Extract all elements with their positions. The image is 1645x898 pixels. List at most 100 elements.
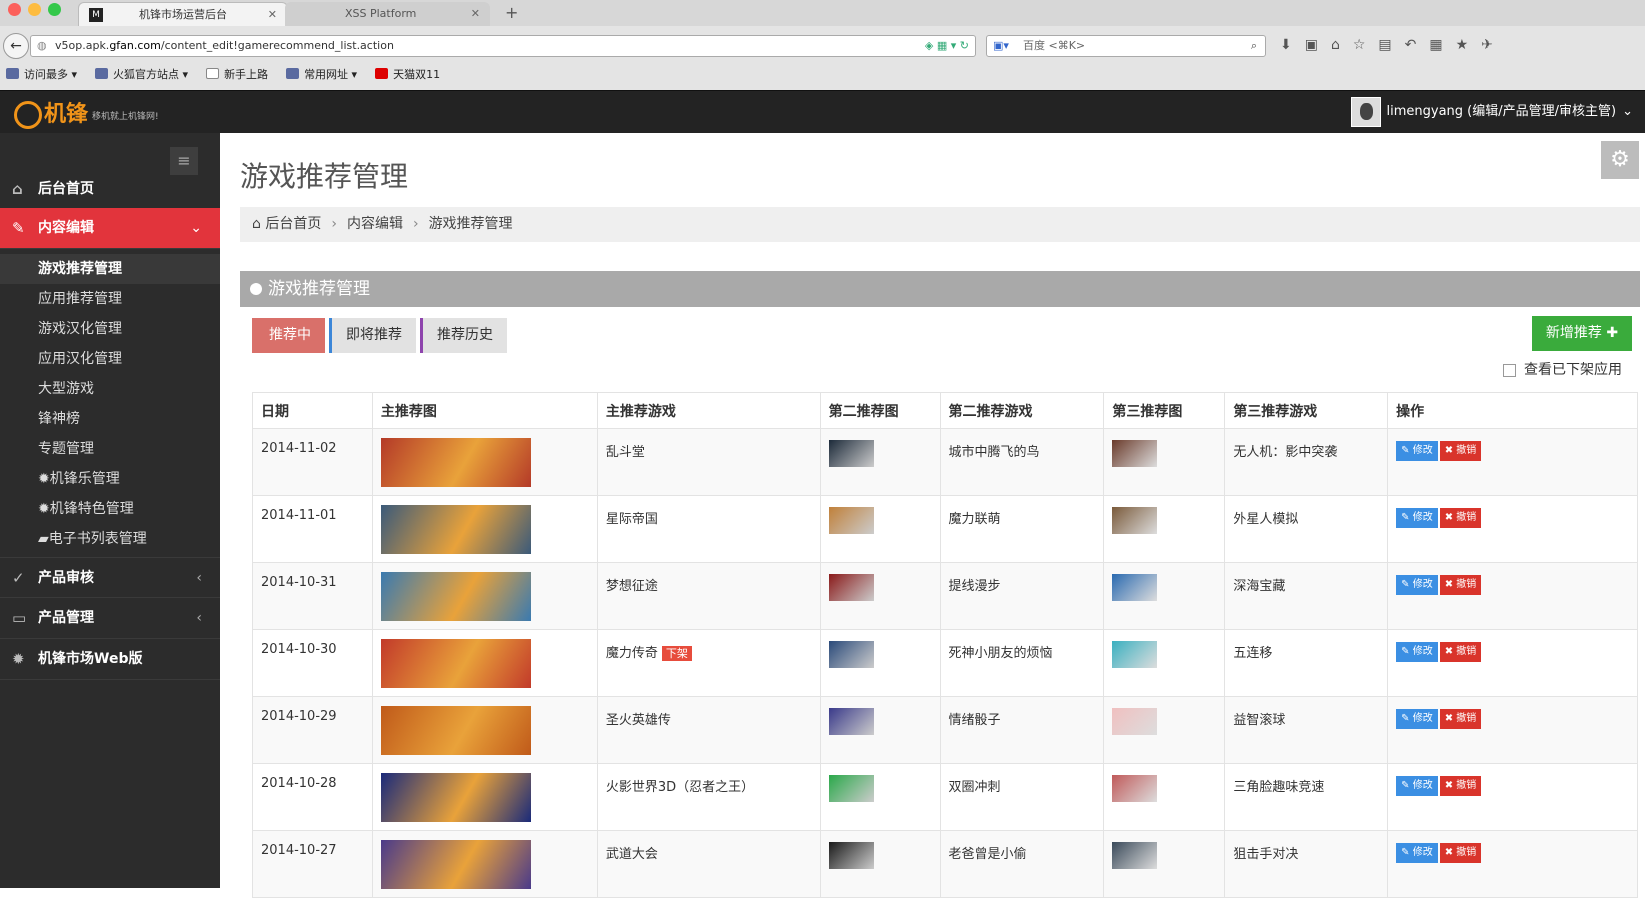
close-tab-icon[interactable]: ✕ — [471, 2, 480, 26]
main-banner-image[interactable] — [380, 572, 531, 621]
second-game-cell: 魔力联萌 — [939, 495, 1105, 563]
main-content: 游戏推荐管理 ⚙ ⌂ 后台首页 › 内容编辑 › 游戏推荐管理 游戏推荐管理 推荐中 即… — [220, 133, 1645, 898]
show-offline-checkbox[interactable] — [1503, 363, 1516, 377]
add-recommend-button[interactable]: 新增推荐 ✚ — [1532, 316, 1632, 351]
column-header: 第三推荐图 — [1103, 392, 1226, 429]
show-offline-toggle[interactable]: 查看已下架应用 — [1503, 361, 1622, 379]
edit-button[interactable]: ✎ 修改 — [1396, 709, 1438, 729]
second-thumbnail[interactable] — [828, 641, 874, 668]
revoke-button[interactable]: ✖ 撤销 — [1439, 575, 1482, 595]
edit-button[interactable]: ✎ 修改 — [1396, 776, 1438, 796]
main-banner-image[interactable] — [380, 639, 531, 688]
user-menu[interactable]: limengyang (编辑/产品管理/审核主管) ⌄ — [1350, 97, 1633, 127]
second-game-cell: 情绪骰子 — [939, 696, 1105, 764]
back-button[interactable]: ← — [3, 33, 29, 59]
globe-icon: ◍ — [37, 39, 47, 52]
avatar — [1350, 97, 1381, 127]
search-box[interactable]: ▣▾ 百度 <⌘K> ⌕ — [986, 35, 1266, 57]
browser-tab-xss[interactable]: XSS Platform ✕ — [285, 2, 490, 26]
third-thumbnail[interactable] — [1112, 775, 1158, 802]
main-banner-image[interactable] — [380, 505, 531, 554]
third-thumbnail[interactable] — [1112, 507, 1158, 534]
third-thumbnail[interactable] — [1112, 641, 1158, 668]
zoom-window-button[interactable] — [48, 3, 61, 16]
third-image-cell — [1103, 629, 1226, 697]
third-thumbnail[interactable] — [1112, 708, 1158, 735]
revoke-button[interactable]: ✖ 撤销 — [1439, 776, 1482, 796]
edit-button[interactable]: ✎ 修改 — [1396, 441, 1438, 461]
toolbar-icons[interactable]: ⬇▣⌂☆▤↶▦★✈ — [1280, 37, 1506, 53]
second-thumbnail[interactable] — [828, 440, 874, 467]
second-thumbnail[interactable] — [828, 842, 874, 869]
browser-tab-active[interactable]: M 机锋市场运营后台 ✕ — [78, 2, 288, 26]
gear-icon[interactable]: ⚙ — [1601, 141, 1639, 179]
shield-icon[interactable]: ◈ ▦ ▾ ↻ — [925, 36, 969, 56]
search-icon[interactable]: ⌕ — [1251, 36, 1257, 56]
sidebar-sub-game-localization[interactable]: 游戏汉化管理 — [0, 314, 220, 344]
breadcrumb-home[interactable]: 后台首页 — [265, 216, 321, 232]
edit-button[interactable]: ✎ 修改 — [1396, 508, 1438, 528]
bookmark-item[interactable]: 火狐官方站点 ▾ — [95, 66, 188, 82]
breadcrumb-content-edit[interactable]: 内容编辑 — [347, 216, 403, 232]
bookmark-item[interactable]: 常用网址 ▾ — [286, 66, 357, 82]
bookmark-item[interactable]: 访问最多 ▾ — [6, 66, 77, 82]
main-game-cell: 武道大会 — [596, 830, 821, 898]
main-game-name: 火影世界3D（忍者之王） — [605, 780, 755, 795]
sidebar-sub-game-recommend[interactable]: 游戏推荐管理 — [0, 254, 220, 284]
tab-history[interactable]: 推荐历史 — [420, 318, 507, 353]
edit-button[interactable]: ✎ 修改 — [1396, 642, 1438, 662]
edit-button[interactable]: ✎ 修改 — [1396, 575, 1438, 595]
sidebar-sub-topics[interactable]: 专题管理 — [0, 434, 220, 464]
site-logo[interactable]: 机锋 移机就上机锋网! — [14, 96, 159, 129]
third-thumbnail[interactable] — [1112, 842, 1158, 869]
revoke-button[interactable]: ✖ 撤销 — [1439, 508, 1482, 528]
bookmark-item[interactable]: 天猫双11 — [375, 66, 440, 82]
third-image-cell — [1103, 562, 1226, 630]
third-thumbnail[interactable] — [1112, 440, 1158, 467]
bookmark-item[interactable]: 新手上路 — [206, 66, 268, 82]
sidebar-item-home[interactable]: ⌂ 后台首页 — [0, 169, 220, 210]
second-game-cell: 死神小朋友的烦恼 — [939, 629, 1105, 697]
sidebar-sub-gfanle[interactable]: ✹机锋乐管理 — [0, 464, 220, 494]
sidebar-sub-app-localization[interactable]: 应用汉化管理 — [0, 344, 220, 374]
second-thumbnail[interactable] — [828, 507, 874, 534]
main-game-cell: 魔力传奇 下架 — [596, 629, 821, 697]
second-thumbnail[interactable] — [828, 708, 874, 735]
panel-header: 游戏推荐管理 — [240, 271, 1640, 307]
revoke-button[interactable]: ✖ 撤销 — [1439, 642, 1482, 662]
main-banner-cell — [371, 629, 598, 697]
tab-strip: M 机锋市场运营后台 ✕ XSS Platform ✕ + — [0, 0, 1645, 26]
address-bar[interactable]: ◍ v5op.apk.gfan.com/content_edit!gamerec… — [30, 35, 976, 57]
second-thumbnail[interactable] — [828, 775, 874, 802]
third-thumbnail[interactable] — [1112, 574, 1158, 601]
second-thumbnail[interactable] — [828, 574, 874, 601]
sidebar-item-content-edit[interactable]: ✎ 内容编辑 ⌄ — [0, 208, 220, 249]
main-banner-image[interactable] — [380, 706, 531, 755]
close-window-button[interactable] — [8, 3, 21, 16]
main-banner-image[interactable] — [380, 438, 531, 487]
sidebar-item-product-manage[interactable]: ▭ 产品管理 ‹ — [0, 598, 220, 639]
tab-upcoming[interactable]: 即将推荐 — [329, 318, 416, 353]
new-tab-icon[interactable]: + — [505, 3, 518, 22]
sidebar-sub-ebooks[interactable]: ▰电子书列表管理 — [0, 524, 220, 554]
main-game-name: 武道大会 — [605, 847, 658, 862]
second-game-cell: 城市中腾飞的鸟 — [939, 428, 1105, 496]
sidebar-item-review[interactable]: ✓ 产品审核 ‹ — [0, 557, 220, 598]
minimize-window-button[interactable] — [28, 3, 41, 16]
sidebar-sub-featured[interactable]: ✹机锋特色管理 — [0, 494, 220, 524]
revoke-button[interactable]: ✖ 撤销 — [1439, 709, 1482, 729]
revoke-button[interactable]: ✖ 撤销 — [1439, 441, 1482, 461]
sidebar-item-web[interactable]: ✹ 机锋市场Web版 — [0, 639, 220, 680]
tab-recommending[interactable]: 推荐中 — [252, 318, 325, 353]
revoke-button[interactable]: ✖ 撤销 — [1439, 843, 1482, 863]
sidebar-sub-large-games[interactable]: 大型游戏 — [0, 374, 220, 404]
close-tab-icon[interactable]: ✕ — [268, 3, 277, 27]
sidebar-sub-ranking[interactable]: 锋神榜 — [0, 404, 220, 434]
second-game-cell: 双圈冲刺 — [939, 763, 1105, 831]
main-banner-image[interactable] — [380, 773, 531, 822]
second-image-cell — [819, 428, 941, 496]
edit-button[interactable]: ✎ 修改 — [1396, 843, 1438, 863]
main-banner-image[interactable] — [380, 840, 531, 889]
second-image-cell — [819, 830, 941, 898]
sidebar-sub-app-recommend[interactable]: 应用推荐管理 — [0, 284, 220, 314]
